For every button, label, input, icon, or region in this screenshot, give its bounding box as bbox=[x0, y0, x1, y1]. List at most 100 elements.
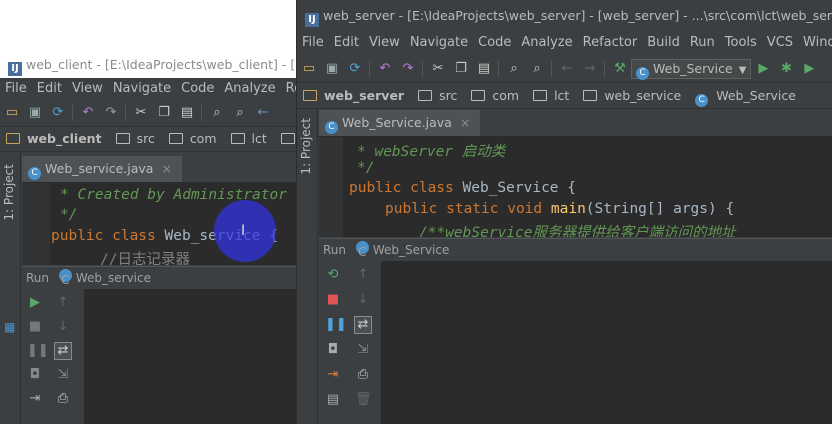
server-crumb-com[interactable]: com bbox=[488, 84, 527, 108]
client-menu-analyze[interactable]: Analyze bbox=[219, 78, 280, 100]
server-left-tool-strip: 1: Project bbox=[297, 110, 318, 424]
camera-icon[interactable]: ◘ bbox=[27, 367, 43, 383]
client-tab-web-service-java[interactable]: C Web_service.java × bbox=[22, 156, 182, 182]
client-crumb-project[interactable]: web_client bbox=[23, 127, 110, 151]
server-crumb-src[interactable]: src bbox=[435, 84, 465, 108]
paste-icon[interactable]: ▤ bbox=[179, 105, 195, 121]
login-icon[interactable]: ⇥ bbox=[325, 367, 341, 383]
server-menu-refactor[interactable]: Refactor bbox=[578, 32, 643, 54]
print-icon[interactable]: ⎙ bbox=[55, 391, 71, 407]
copy-icon[interactable]: ❐ bbox=[156, 105, 172, 121]
close-tab-icon[interactable]: × bbox=[460, 115, 470, 130]
redo-icon[interactable]: ↷ bbox=[400, 61, 416, 77]
soft-wrap-icon[interactable]: ⇄ bbox=[54, 342, 72, 360]
server-crumb-lct[interactable]: lct bbox=[550, 84, 577, 108]
server-run-label[interactable]: Run bbox=[323, 243, 346, 257]
run-config-select[interactable]: C Web_Service ▼ bbox=[631, 59, 752, 80]
client-menu-file[interactable]: File bbox=[0, 78, 32, 100]
redo-icon[interactable]: ↷ bbox=[103, 105, 119, 121]
server-menu-tools[interactable]: Tools bbox=[720, 32, 762, 54]
rerun-icon[interactable]: ▶ bbox=[27, 295, 43, 311]
client-run-header: Run C Web_service bbox=[22, 266, 296, 289]
server-crumb-class[interactable]: Web_Service bbox=[712, 84, 804, 108]
scroll-down-icon[interactable]: ↓ bbox=[55, 319, 71, 335]
forward-icon[interactable]: → bbox=[582, 61, 598, 77]
back-icon[interactable]: ← bbox=[559, 61, 575, 77]
server-menu-file[interactable]: File bbox=[297, 32, 329, 54]
server-crumb-project[interactable]: web_server bbox=[320, 84, 412, 108]
login-icon[interactable]: ⇥ bbox=[27, 391, 43, 407]
project-folder-icon bbox=[6, 133, 20, 144]
scroll-end-icon[interactable]: ⇲ bbox=[355, 342, 371, 358]
find-icon[interactable]: ⌕ bbox=[209, 105, 225, 121]
server-menu-code[interactable]: Code bbox=[473, 32, 516, 54]
cut-icon[interactable]: ✂ bbox=[430, 61, 446, 77]
save-icon[interactable]: ▣ bbox=[324, 61, 340, 77]
build-icon[interactable]: ⚒ bbox=[612, 61, 628, 77]
scroll-end-icon[interactable]: ⇲ bbox=[55, 367, 71, 383]
server-tab-web-service-java[interactable]: C Web_Service.java × bbox=[319, 110, 481, 136]
client-run-label[interactable]: Run bbox=[26, 271, 49, 285]
print-icon[interactable]: ⎙ bbox=[355, 367, 371, 383]
server-menu-vcs[interactable]: VCS bbox=[762, 32, 798, 54]
back-icon[interactable]: ← bbox=[255, 105, 271, 121]
undo-icon[interactable]: ↶ bbox=[80, 105, 96, 121]
debug-icon[interactable]: ✱ bbox=[778, 61, 794, 77]
cut-icon[interactable]: ✂ bbox=[133, 105, 149, 121]
client-structure-icon[interactable]: ▦ bbox=[4, 320, 15, 334]
server-menu-window[interactable]: Window bbox=[798, 32, 832, 54]
scroll-down-icon[interactable]: ↓ bbox=[355, 292, 371, 308]
client-menu-refactor[interactable]: Refa bbox=[281, 78, 296, 100]
soft-wrap-icon[interactable]: ⇄ bbox=[354, 316, 372, 334]
replace-icon[interactable]: ⌕ bbox=[232, 105, 248, 121]
server-project-tool-tab[interactable]: 1: Project bbox=[299, 118, 313, 175]
save-icon[interactable]: ▣ bbox=[27, 105, 43, 121]
server-console-output[interactable] bbox=[381, 261, 832, 424]
sync-icon[interactable]: ⟳ bbox=[50, 105, 66, 121]
client-console-output[interactable] bbox=[84, 289, 296, 424]
camera-icon[interactable]: ◘ bbox=[325, 342, 341, 358]
client-title-bar[interactable]: IJ web_client - [E:\IdeaProjects\web_clie… bbox=[0, 52, 296, 78]
pause-icon[interactable]: ❚❚ bbox=[27, 343, 49, 359]
client-project-tool-tab[interactable]: 1: Project bbox=[2, 164, 16, 221]
server-menu-build[interactable]: Build bbox=[642, 32, 685, 54]
run-icon[interactable]: ▶ bbox=[755, 61, 771, 77]
server-menu-bar: File Edit View Navigate Code Analyze Refactor B… bbox=[297, 32, 832, 54]
pause-icon[interactable]: ❚❚ bbox=[325, 317, 347, 333]
client-crumb-src[interactable]: src bbox=[133, 127, 163, 151]
folder-icon bbox=[280, 133, 295, 144]
stop-icon[interactable]: ■ bbox=[325, 292, 341, 308]
server-menu-edit[interactable]: Edit bbox=[329, 32, 364, 54]
undo-icon[interactable]: ↶ bbox=[377, 61, 393, 77]
server-menu-run[interactable]: Run bbox=[685, 32, 720, 54]
scroll-up-icon[interactable]: ↑ bbox=[355, 267, 371, 283]
client-menu-view[interactable]: View bbox=[67, 78, 108, 100]
replace-icon[interactable]: ⌕ bbox=[529, 61, 545, 77]
stop-icon[interactable]: ■ bbox=[27, 319, 43, 335]
open-folder-icon[interactable]: ▭ bbox=[301, 61, 317, 77]
copy-icon[interactable]: ❐ bbox=[453, 61, 469, 77]
server-code-line-3: public class Web_Service { bbox=[349, 180, 576, 196]
sync-icon[interactable]: ⟳ bbox=[347, 61, 363, 77]
close-tab-icon[interactable]: × bbox=[161, 161, 171, 176]
server-menu-navigate[interactable]: Navigate bbox=[405, 32, 473, 54]
server-menu-analyze[interactable]: Analyze bbox=[516, 32, 577, 54]
client-menu-edit[interactable]: Edit bbox=[32, 78, 67, 100]
client-crumb-com[interactable]: com bbox=[186, 127, 225, 151]
scroll-up-icon[interactable]: ↑ bbox=[55, 295, 71, 311]
coverage-icon[interactable]: ▶ bbox=[801, 61, 817, 77]
client-menu-bar: FileEditViewNavigateCodeAnalyzeRefa bbox=[0, 78, 296, 100]
server-menu-view[interactable]: View bbox=[364, 32, 405, 54]
server-crumb-web-service[interactable]: web_service bbox=[600, 84, 689, 108]
trash-icon[interactable]: 🗑 bbox=[355, 392, 372, 408]
find-icon[interactable]: ⌕ bbox=[506, 61, 522, 77]
rerun-icon[interactable]: ⟲ bbox=[325, 267, 341, 283]
open-folder-icon[interactable]: ▭ bbox=[4, 105, 20, 121]
layout-icon[interactable]: ▤ bbox=[325, 392, 341, 408]
client-crumb-lct[interactable]: lct bbox=[248, 127, 275, 151]
server-code-editor[interactable]: * webServer 启动类 */ public class Web_Serv… bbox=[319, 137, 832, 237]
client-menu-code[interactable]: Code bbox=[176, 78, 219, 100]
client-menu-navigate[interactable]: Navigate bbox=[108, 78, 176, 100]
paste-icon[interactable]: ▤ bbox=[476, 61, 492, 77]
server-title-bar[interactable]: IJ web_server - [E:\IdeaProjects\web_serv… bbox=[297, 0, 832, 32]
